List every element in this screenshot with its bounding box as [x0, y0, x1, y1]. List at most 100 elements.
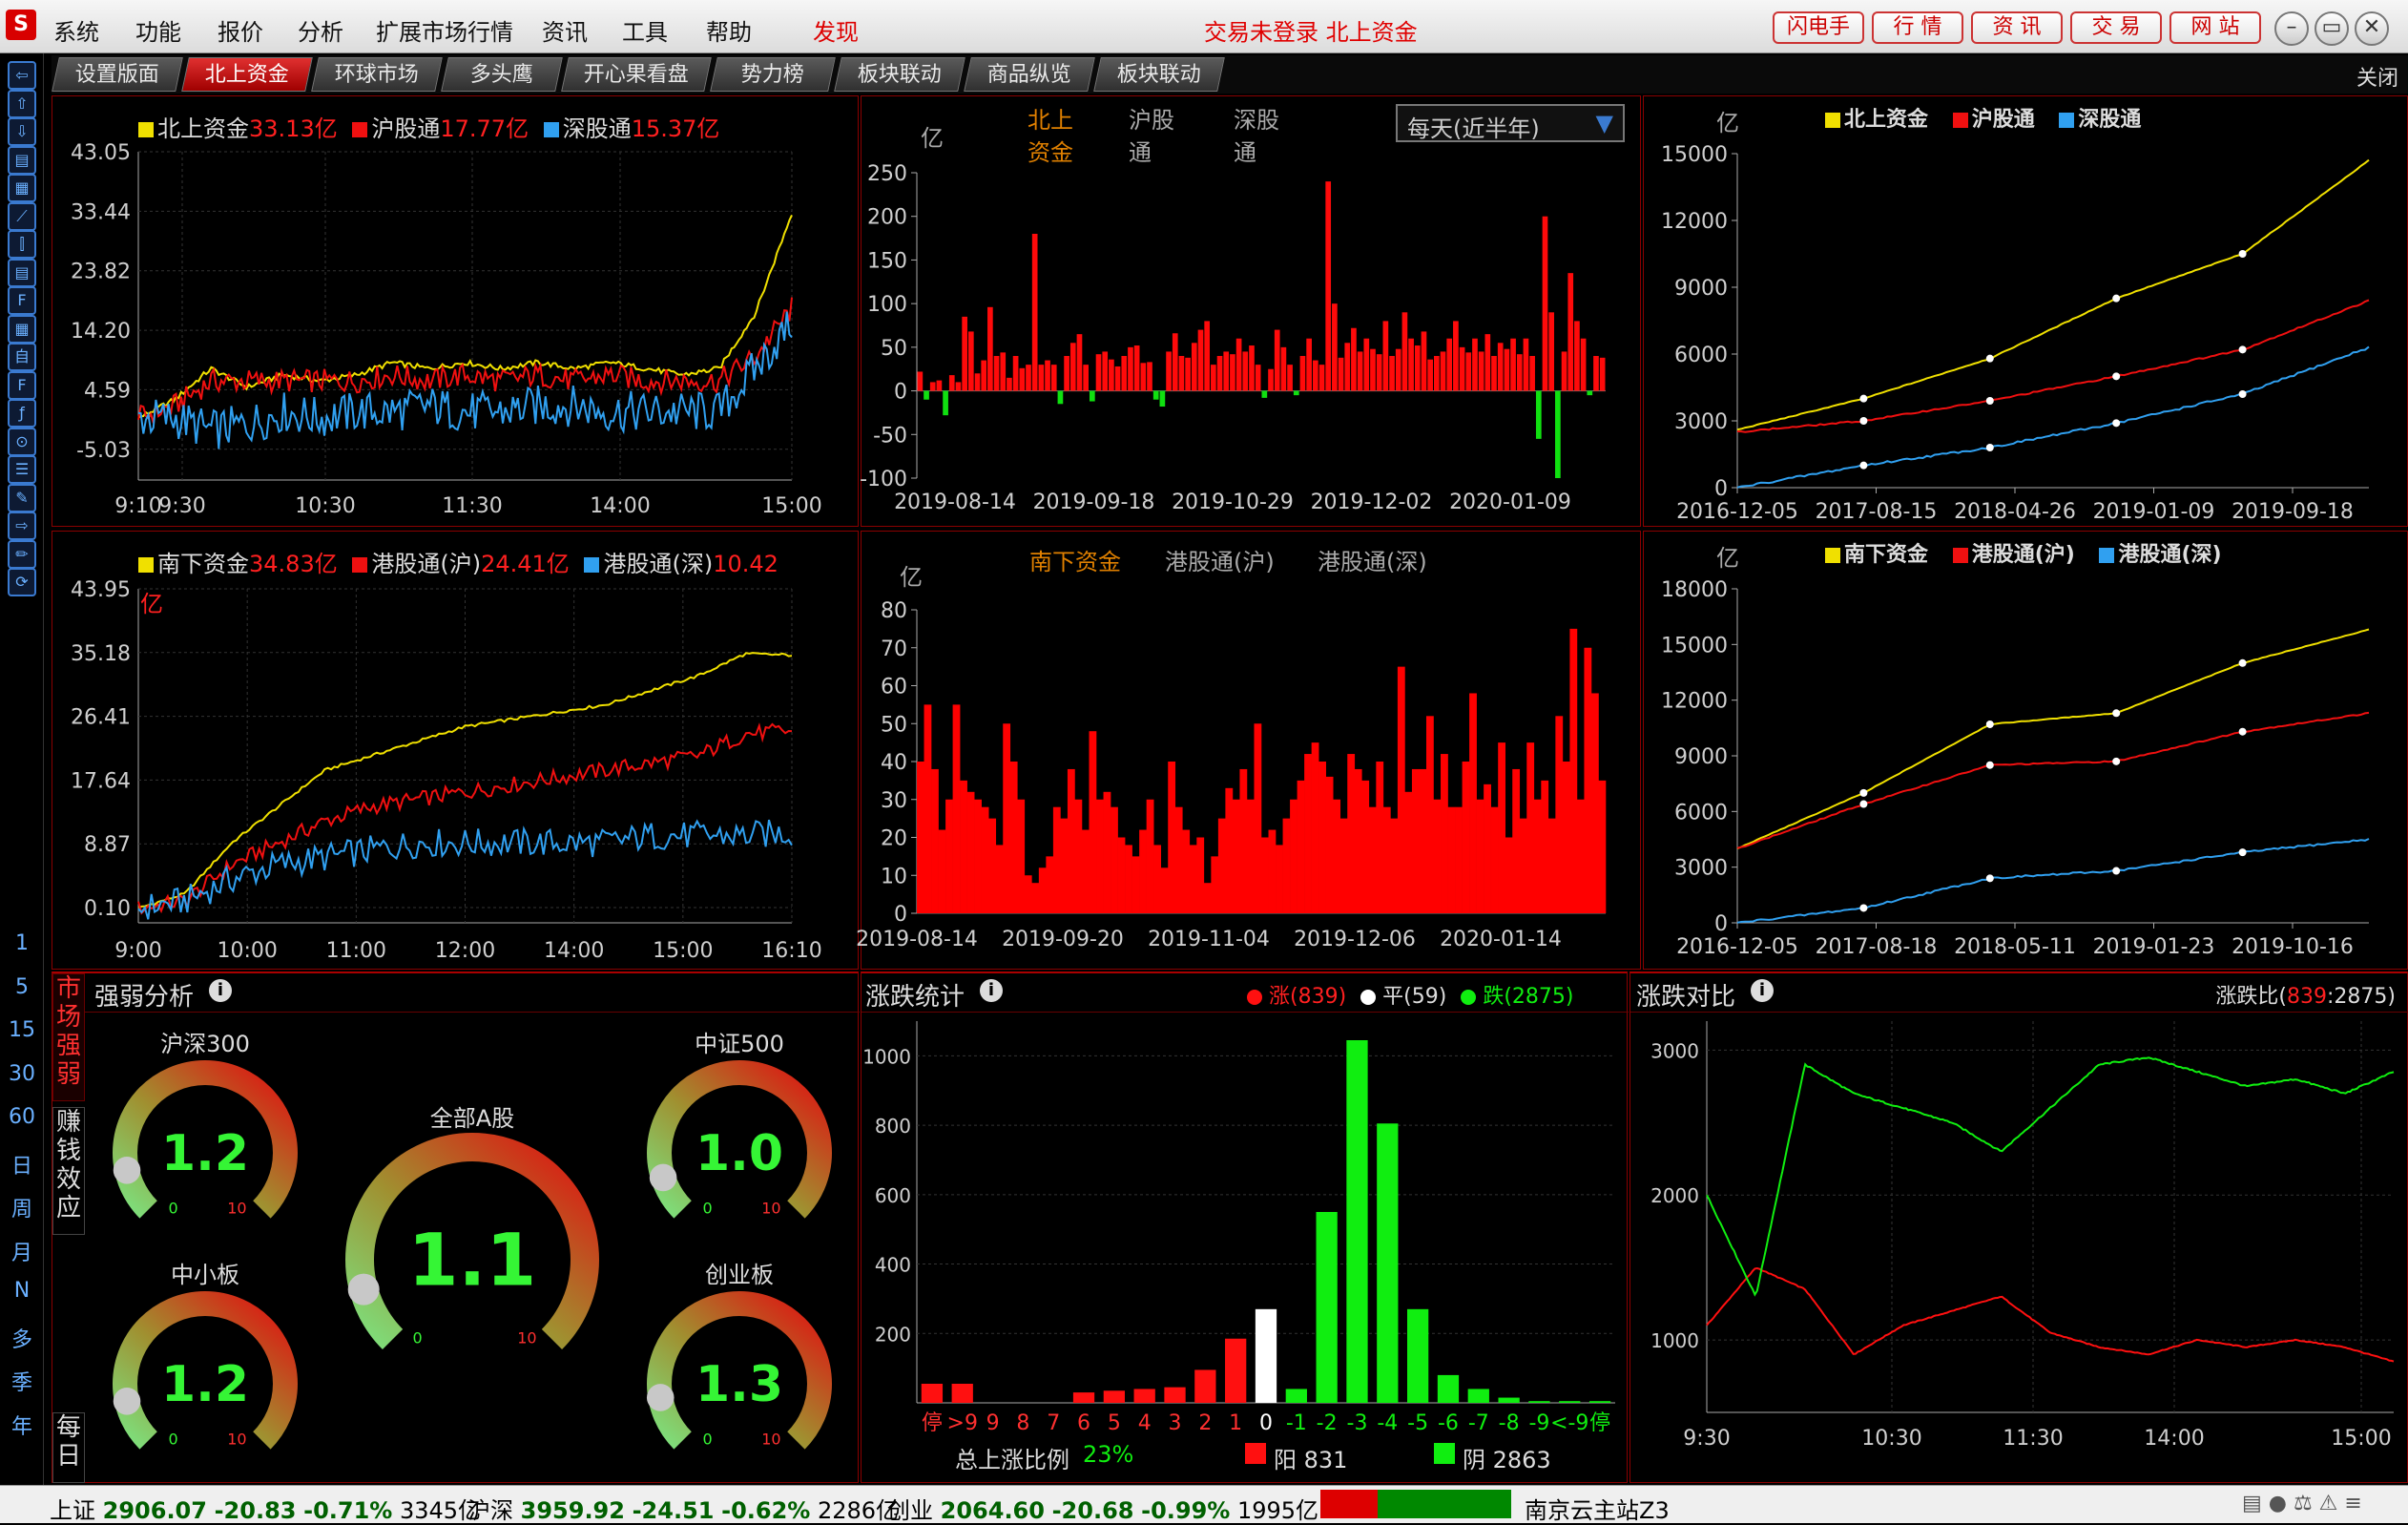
- f2-icon[interactable]: F: [8, 370, 36, 400]
- bar: [1357, 351, 1363, 391]
- back-arrow-icon[interactable]: ⇦: [8, 61, 36, 90]
- list-icon[interactable]: ☰: [8, 455, 36, 484]
- tab-bull-eagle[interactable]: 多头鹰: [441, 57, 563, 92]
- report-icon[interactable]: ▤: [8, 258, 36, 287]
- period-12[interactable]: 年: [0, 1410, 44, 1440]
- bar: [1140, 363, 1147, 391]
- y-tick-label: 10: [881, 865, 907, 888]
- export-icon[interactable]: ⇨: [8, 512, 36, 540]
- website-button[interactable]: 网 站: [2169, 11, 2261, 44]
- menu-function[interactable]: 功能: [135, 13, 181, 47]
- quote-button[interactable]: 行 情: [1872, 11, 1963, 44]
- tab-power-list[interactable]: 势力榜: [710, 57, 836, 92]
- bar: [951, 1384, 973, 1403]
- bar: [1453, 321, 1459, 391]
- x-tick-label: 2016-12-05: [1676, 935, 1798, 959]
- tab-commodity[interactable]: 商品纵览: [964, 57, 1095, 92]
- bar: [1280, 346, 1287, 391]
- bar: [1131, 856, 1140, 913]
- bar: [1255, 365, 1261, 391]
- up-arrow-icon[interactable]: ⇧: [8, 89, 36, 118]
- x-tick-label: 2019-09-18: [2232, 500, 2354, 524]
- bar: [1235, 338, 1242, 391]
- bar: [1246, 799, 1255, 913]
- period-5[interactable]: 60: [0, 1105, 44, 1129]
- close-icon[interactable]: ✕: [2355, 11, 2389, 46]
- tab-layout-settings[interactable]: 设置版面: [52, 57, 183, 92]
- down-arrow-icon[interactable]: ⇩: [8, 117, 36, 146]
- bar: [1304, 754, 1312, 913]
- grid-icon[interactable]: ▦: [8, 174, 36, 202]
- tab-sector-link-2[interactable]: 板块联动: [1093, 57, 1225, 92]
- tab-pistachio[interactable]: 开心果看盘: [561, 57, 712, 92]
- x-tick-label: 14:00: [590, 494, 650, 518]
- bar: [1498, 742, 1506, 913]
- period-3[interactable]: 15: [0, 1018, 44, 1042]
- self-icon[interactable]: 自: [8, 343, 36, 371]
- bar: [1344, 343, 1351, 391]
- bar: [1009, 762, 1018, 913]
- status-icons[interactable]: ▤ ● ⚖ ⚠ ≡: [2242, 1492, 2362, 1515]
- gauge-gem-knob: [646, 1384, 675, 1411]
- bar: [1225, 1338, 1247, 1403]
- drawing-icon[interactable]: ✎: [8, 483, 36, 512]
- bar: [1017, 799, 1026, 913]
- period-7[interactable]: 周: [0, 1192, 44, 1222]
- bar: [1045, 360, 1050, 391]
- bar: [955, 382, 962, 391]
- bar: [1535, 390, 1542, 439]
- f10-icon[interactable]: F: [8, 286, 36, 315]
- bar: [1069, 343, 1076, 391]
- menu-help[interactable]: 帮助: [706, 13, 752, 47]
- formula-icon[interactable]: ƒ: [8, 399, 36, 428]
- y-tick-label: 3000: [1674, 857, 1728, 881]
- menu-system[interactable]: 系统: [53, 13, 99, 47]
- candle-icon[interactable]: ⫿: [8, 230, 36, 259]
- index-sh[interactable]: 上证 2906.07 -20.83 -0.71% 3345亿: [50, 1492, 481, 1525]
- y-tick-label: 1000: [1650, 1329, 1699, 1352]
- bar: [1490, 806, 1499, 913]
- trade-button[interactable]: 交 易: [2070, 11, 2162, 44]
- bar: [1363, 338, 1370, 391]
- menu-quote[interactable]: 报价: [218, 13, 263, 47]
- period-2[interactable]: 5: [0, 975, 44, 999]
- period-11[interactable]: 季: [0, 1366, 44, 1396]
- period-4[interactable]: 30: [0, 1062, 44, 1086]
- minimize-icon[interactable]: –: [2274, 11, 2309, 46]
- x-tick-label: 2016-12-05: [1676, 500, 1798, 524]
- search-icon[interactable]: ⊙: [8, 427, 36, 456]
- pen-icon[interactable]: ✏: [8, 539, 36, 569]
- bar: [1401, 312, 1408, 391]
- y-tick-label: 200: [875, 1323, 911, 1346]
- bar: [1333, 799, 1341, 913]
- menu-tools[interactable]: 工具: [622, 13, 668, 47]
- index-sz[interactable]: 沪深 3959.92 -24.51 -0.62% 2286亿: [467, 1492, 899, 1525]
- period-6[interactable]: 日: [0, 1149, 44, 1180]
- close-page-button[interactable]: 关闭: [2356, 61, 2398, 92]
- data-marker: [2238, 848, 2247, 857]
- news-button[interactable]: 资 讯: [1971, 11, 2063, 44]
- menu-news[interactable]: 资讯: [542, 13, 588, 47]
- bar: [1164, 1387, 1186, 1403]
- line-chart-icon[interactable]: ⟋: [8, 201, 36, 231]
- menu-analysis[interactable]: 分析: [298, 13, 343, 47]
- quote-list-icon[interactable]: ▤: [8, 145, 36, 175]
- index-cyb[interactable]: 创业 2064.60 -20.68 -0.99% 1995亿: [887, 1492, 1318, 1525]
- period-10[interactable]: 多: [0, 1323, 44, 1353]
- gauge-hs300-knob: [113, 1157, 141, 1184]
- restore-icon[interactable]: ▭: [2315, 11, 2349, 46]
- menu-extended-market[interactable]: 扩展市场行情: [376, 13, 513, 47]
- tab-sector-link[interactable]: 板块联动: [834, 57, 965, 92]
- period-1[interactable]: 1: [0, 931, 44, 955]
- flash-trade-button[interactable]: 闪电手: [1773, 11, 1864, 44]
- menu-discover[interactable]: 发现: [813, 13, 859, 47]
- refresh-icon[interactable]: ⟳: [8, 568, 36, 596]
- period-8[interactable]: 月: [0, 1236, 44, 1266]
- category-label: 0: [1259, 1411, 1273, 1435]
- period-9[interactable]: N: [0, 1279, 44, 1303]
- tab-northbound[interactable]: 北上资金: [181, 57, 313, 92]
- info-icon[interactable]: ▦: [8, 314, 36, 344]
- series-line-2: [1736, 711, 2370, 849]
- bar: [1440, 351, 1446, 391]
- tab-global-market[interactable]: 环球市场: [311, 57, 443, 92]
